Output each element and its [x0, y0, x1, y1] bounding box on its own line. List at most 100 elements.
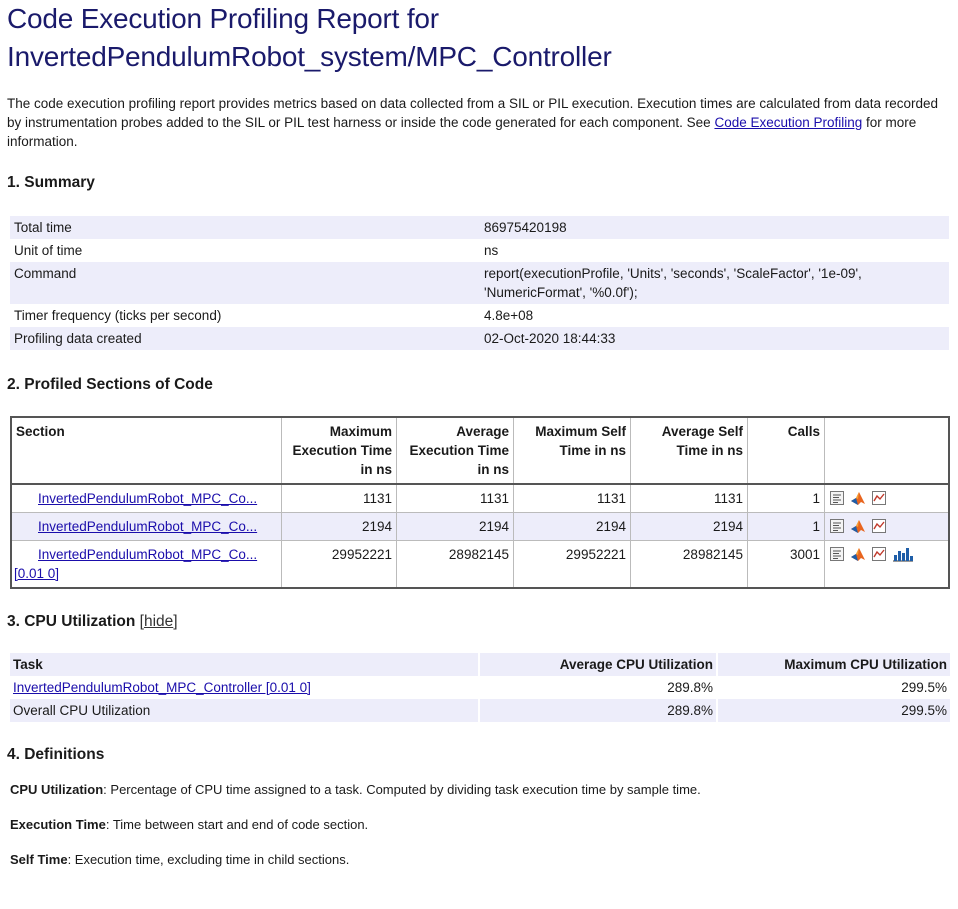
col-max-exec[interactable]: Maximum Execution Time in ns [281, 416, 397, 485]
table-row: InvertedPendulumRobot_MPC_Co... 1131 113… [10, 483, 950, 513]
code-icon[interactable] [829, 518, 845, 534]
intro-paragraph: The code execution profiling report prov… [7, 94, 951, 151]
report-page: Code Execution Profiling Report for Inve… [7, 0, 951, 885]
col-avg-self[interactable]: Average Self Time in ns [630, 416, 748, 485]
actions-cell [824, 512, 950, 541]
summary-table: Total time 86975420198 Unit of time ns C… [10, 216, 949, 350]
timeline-icon[interactable] [871, 490, 887, 506]
section-cell: InvertedPendulumRobot_MPC_Co... [0.01 0] [10, 540, 282, 589]
task-cell: Overall CPU Utilization [10, 699, 479, 722]
max-exec-cell: 29952221 [281, 540, 397, 589]
summary-key: Total time [10, 216, 480, 239]
table-row: InvertedPendulumRobot_MPC_Co... [0.01 0] … [10, 540, 950, 589]
max-exec-cell: 2194 [281, 512, 397, 541]
summary-value: report(executionProfile, 'Units', 'secon… [480, 262, 949, 304]
actions-cell [824, 540, 950, 589]
cpu-utilization-table: Task Average CPU Utilization Maximum CPU… [10, 653, 950, 722]
actions-cell [824, 483, 950, 513]
matlab-icon[interactable] [850, 490, 866, 506]
summary-value: 4.8e+08 [484, 308, 534, 323]
col-section[interactable]: Section [10, 416, 282, 485]
summary-row: Timer frequency (ticks per second) 4.8e+… [10, 304, 949, 327]
hide-toggle: [hide] [139, 613, 178, 630]
calls-cell: 3001 [747, 540, 825, 589]
definition-item: Self Time: Execution time, excluding tim… [10, 850, 951, 869]
definition-term: Self Time [10, 852, 68, 867]
section-link[interactable]: InvertedPendulumRobot_MPC_Co... [38, 491, 257, 506]
histogram-icon[interactable] [892, 546, 914, 562]
timeline-icon[interactable] [871, 518, 887, 534]
profiled-sections-table: Section Maximum Execution Time in ns Ave… [10, 416, 950, 589]
task-cell: InvertedPendulumRobot_MPC_Controller [0.… [10, 676, 479, 699]
definitions-heading: 4. Definitions [7, 746, 105, 763]
table-row: Overall CPU Utilization 289.8% 299.5% [10, 699, 950, 722]
avg-exec-cell: 2194 [396, 512, 514, 541]
matlab-icon[interactable] [850, 518, 866, 534]
definition-term: CPU Utilization [10, 782, 104, 797]
summary-heading: 1. Summary [7, 174, 95, 191]
definition-term: Execution Time [10, 817, 106, 832]
table-row: InvertedPendulumRobot_MPC_Controller [0.… [10, 676, 950, 699]
max-self-cell: 1131 [513, 483, 631, 513]
summary-row: Command report(executionProfile, 'Units'… [10, 262, 949, 304]
summary-value: ns [484, 243, 499, 258]
definitions-list: CPU Utilization: Percentage of CPU time … [10, 780, 951, 869]
summary-row: Unit of time ns [10, 239, 949, 262]
col-calls[interactable]: Calls [747, 416, 825, 485]
cpu-heading-text: 3. CPU Utilization [7, 613, 136, 630]
title-line-1: Code Execution Profiling Report for [7, 3, 439, 34]
avg-cpu-cell: 289.8% [478, 699, 717, 722]
summary-key: Timer frequency (ticks per second) [14, 308, 222, 323]
col-avg-cpu[interactable]: Average CPU Utilization [478, 653, 717, 676]
definition-text: : Time between start and end of code sec… [105, 817, 369, 832]
max-cpu-cell: 299.5% [716, 676, 950, 699]
matlab-icon[interactable] [850, 546, 866, 562]
section-cell: InvertedPendulumRobot_MPC_Co... [10, 512, 282, 541]
hide-link[interactable]: hide [144, 613, 173, 630]
summary-row: Total time 86975420198 [10, 216, 949, 239]
summary-key: Profiling data created [10, 327, 480, 350]
profiled-header-row: Section Maximum Execution Time in ns Ave… [10, 416, 950, 485]
code-execution-profiling-link[interactable]: Code Execution Profiling [714, 115, 862, 130]
timeline-icon[interactable] [871, 546, 887, 562]
page-title: Code Execution Profiling Report for Inve… [7, 0, 951, 76]
avg-cpu-cell: 289.8% [478, 676, 717, 699]
max-self-cell: 29952221 [513, 540, 631, 589]
col-max-cpu[interactable]: Maximum CPU Utilization [716, 653, 950, 676]
avg-exec-cell: 28982145 [396, 540, 514, 589]
rate-link[interactable]: [0.01 0] [14, 566, 59, 581]
profiled-sections-heading: 2. Profiled Sections of Code [7, 376, 213, 393]
col-task[interactable]: Task [10, 653, 479, 676]
col-avg-exec[interactable]: Average Execution Time in ns [396, 416, 514, 485]
calls-cell: 1 [747, 483, 825, 513]
definition-text: : Percentage of CPU time assigned to a t… [103, 782, 701, 797]
max-cpu-cell: 299.5% [716, 699, 950, 722]
summary-value: 86975420198 [480, 216, 949, 239]
definition-item: CPU Utilization: Percentage of CPU time … [10, 780, 951, 799]
avg-self-cell: 2194 [630, 512, 748, 541]
max-exec-cell: 1131 [281, 483, 397, 513]
summary-key: Command [10, 262, 480, 304]
summary-key: Unit of time [14, 243, 83, 258]
code-icon[interactable] [829, 490, 845, 506]
summary-row: Profiling data created 02-Oct-2020 18:44… [10, 327, 949, 350]
table-row: InvertedPendulumRobot_MPC_Co... 2194 219… [10, 512, 950, 541]
avg-exec-cell: 1131 [396, 483, 514, 513]
task-link[interactable]: InvertedPendulumRobot_MPC_Controller [0.… [13, 680, 311, 695]
definition-item: Execution Time: Time between start and e… [10, 815, 951, 834]
section-link[interactable]: InvertedPendulumRobot_MPC_Co... [38, 519, 257, 534]
avg-self-cell: 1131 [630, 483, 748, 513]
avg-self-cell: 28982145 [630, 540, 748, 589]
calls-cell: 1 [747, 512, 825, 541]
definition-text: : Execution time, excluding time in chil… [67, 852, 350, 867]
col-actions [824, 416, 950, 485]
section-link[interactable]: InvertedPendulumRobot_MPC_Co... [38, 547, 257, 562]
cpu-utilization-heading: 3. CPU Utilization [hide] [7, 613, 951, 631]
code-icon[interactable] [829, 546, 845, 562]
summary-value: 02-Oct-2020 18:44:33 [480, 327, 949, 350]
section-cell: InvertedPendulumRobot_MPC_Co... [10, 483, 282, 513]
col-max-self[interactable]: Maximum Self Time in ns [513, 416, 631, 485]
max-self-cell: 2194 [513, 512, 631, 541]
cpu-header-row: Task Average CPU Utilization Maximum CPU… [10, 653, 950, 676]
title-line-2: InvertedPendulumRobot_system/MPC_Control… [7, 41, 612, 72]
